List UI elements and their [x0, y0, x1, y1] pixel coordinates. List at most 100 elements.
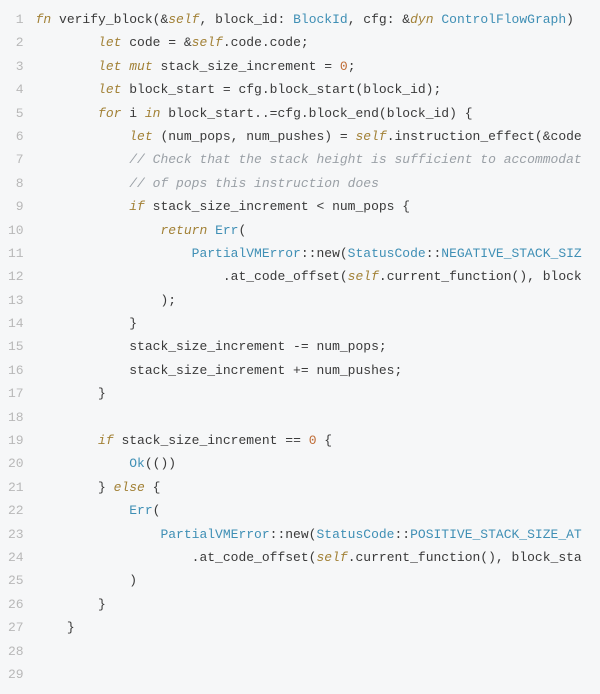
token-ident: stack_size_increment += num_pushes;	[129, 363, 402, 378]
code-line	[36, 406, 600, 429]
indent	[36, 176, 130, 191]
code-line: // Check that the stack height is suffic…	[36, 148, 600, 171]
token-comment: // Check that the stack height is suffic…	[129, 152, 581, 167]
code-line: if stack_size_increment < num_pops {	[36, 195, 600, 218]
token-ident: code = &	[121, 35, 191, 50]
line-number-gutter: 1234567891011121314151617181920212223242…	[0, 8, 36, 686]
line-number: 9	[8, 195, 24, 218]
token-kw: let	[98, 82, 121, 97]
token-paren: );	[160, 293, 176, 308]
token-kw: if	[129, 199, 145, 214]
token-variant: Ok	[129, 456, 145, 471]
code-line: }	[36, 593, 600, 616]
line-number: 28	[8, 640, 24, 663]
code-line: PartialVMError::new(StatusCode::NEGATIVE…	[36, 242, 600, 265]
token-paren: (&	[153, 12, 169, 27]
token-paren: (	[153, 503, 161, 518]
code-line: PartialVMError::new(StatusCode::POSITIVE…	[36, 523, 600, 546]
token-kw: fn	[36, 12, 59, 27]
indent	[36, 152, 130, 167]
token-type: PartialVMError	[192, 246, 301, 261]
token-ident: ::	[394, 527, 410, 542]
code-line: .at_code_offset(self.current_function(),…	[36, 265, 600, 288]
token-kw: let	[98, 59, 121, 74]
token-ident: (num_pops, num_pushes) =	[153, 129, 356, 144]
token-ident: ::	[426, 246, 442, 261]
token-self: self	[355, 129, 386, 144]
token-ident: .current_function(), block_sta	[348, 550, 582, 565]
token-paren: }	[98, 480, 114, 495]
token-paren: }	[98, 386, 106, 401]
token-variant: Err	[129, 503, 152, 518]
indent	[36, 223, 161, 238]
line-number: 25	[8, 569, 24, 592]
line-number: 13	[8, 289, 24, 312]
token-ident: stack_size_increment -= num_pops;	[129, 339, 386, 354]
line-number: 24	[8, 546, 24, 569]
line-number: 18	[8, 406, 24, 429]
token-ident: block_start = cfg.block_start(block_id);	[121, 82, 441, 97]
code-line: if stack_size_increment == 0 {	[36, 429, 600, 452]
token-comment: // of pops this instruction does	[129, 176, 379, 191]
token-kw: in	[145, 106, 161, 121]
token-type: ControlFlowGraph	[441, 12, 566, 27]
token-constant: POSITIVE_STACK_SIZE_AT	[410, 527, 582, 542]
indent	[36, 573, 130, 588]
line-number: 11	[8, 242, 24, 265]
token-kw: for	[98, 106, 121, 121]
line-number: 20	[8, 452, 24, 475]
indent	[36, 82, 98, 97]
token-paren: (	[238, 223, 246, 238]
code-line: }	[36, 382, 600, 405]
token-type: PartialVMError	[160, 527, 269, 542]
token-ident: .at_code_offset(	[223, 269, 348, 284]
code-line	[36, 663, 600, 686]
indent	[36, 597, 98, 612]
token-type: BlockId	[293, 12, 348, 27]
code-line: fn verify_block(&self, block_id: BlockId…	[36, 8, 600, 31]
code-line: let mut stack_size_increment = 0;	[36, 55, 600, 78]
indent	[36, 433, 98, 448]
code-block: 1234567891011121314151617181920212223242…	[0, 8, 600, 686]
line-number: 12	[8, 265, 24, 288]
code-line	[36, 640, 600, 663]
code-line: let block_start = cfg.block_start(block_…	[36, 78, 600, 101]
token-ident: i	[121, 106, 144, 121]
code-line: } else {	[36, 476, 600, 499]
token-ident: stack_size_increment =	[153, 59, 340, 74]
indent	[36, 456, 130, 471]
token-self: self	[168, 12, 199, 27]
token-kw: dyn	[410, 12, 441, 27]
line-number: 6	[8, 125, 24, 148]
indent	[36, 269, 223, 284]
token-ident: {	[317, 433, 333, 448]
indent	[36, 59, 98, 74]
code-line: Ok(())	[36, 452, 600, 475]
indent	[36, 550, 192, 565]
indent	[36, 106, 98, 121]
token-ident: .at_code_offset(	[192, 550, 317, 565]
indent	[36, 199, 130, 214]
indent	[36, 246, 192, 261]
code-line: }	[36, 616, 600, 639]
line-number: 16	[8, 359, 24, 382]
code-line: );	[36, 289, 600, 312]
token-num: 0	[309, 433, 317, 448]
token-ident: ::new(	[270, 527, 317, 542]
indent	[36, 293, 161, 308]
token-self: self	[192, 35, 223, 50]
code-line: .at_code_offset(self.current_function(),…	[36, 546, 600, 569]
token-fn-name: verify_block	[59, 12, 153, 27]
line-number: 8	[8, 172, 24, 195]
token-kw: mut	[129, 59, 152, 74]
code-line: let (num_pops, num_pushes) = self.instru…	[36, 125, 600, 148]
code-line: )	[36, 569, 600, 592]
line-number: 23	[8, 523, 24, 546]
code-line: // of pops this instruction does	[36, 172, 600, 195]
indent	[36, 35, 98, 50]
token-ident: block_start..=cfg.block_end(block_id) {	[160, 106, 472, 121]
line-number: 26	[8, 593, 24, 616]
token-kw: return	[160, 223, 207, 238]
line-number: 27	[8, 616, 24, 639]
token-kw: let	[129, 129, 152, 144]
